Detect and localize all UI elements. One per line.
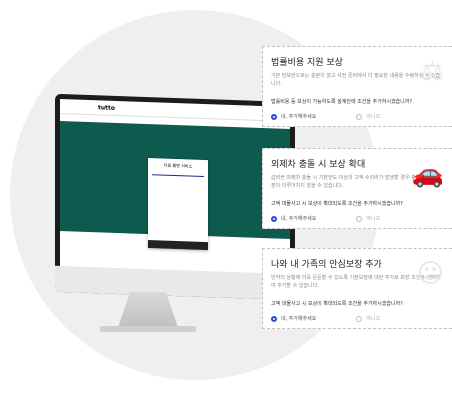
option-yes-label: 네, 추가해주세요 xyxy=(281,316,317,322)
card-question: 고액 대물사고 시 보상이 확대되도록 조건을 추가하시겠습니까? xyxy=(271,201,403,207)
option-no[interactable]: 아니오 xyxy=(356,215,380,222)
card-options: 네, 추가해주세요 아니오 xyxy=(271,215,444,222)
modal-slider xyxy=(152,174,204,178)
screen-nav: tutto xyxy=(60,98,290,123)
radio-no-icon[interactable] xyxy=(356,215,363,222)
card-question: 고액 대물사고 시 보상이 확대되도록 조건을 추가하시겠습니까? xyxy=(271,301,403,307)
monitor-base xyxy=(100,326,196,332)
modal-confirm-button[interactable] xyxy=(148,240,208,251)
car-icon: 🚗 xyxy=(411,159,444,189)
modal-title: 다음 플랜 서비스 xyxy=(163,162,193,169)
option-yes-label: 네, 추가해주세요 xyxy=(281,216,317,222)
option-no[interactable]: 아니오 xyxy=(356,315,380,322)
option-no[interactable]: 아니오 xyxy=(356,113,380,120)
screen-hero: 다음 플랜 서비스 xyxy=(60,120,290,251)
card-question: 법률비용 등 보상이 가능하도록 설계안에 조건을 추가하시겠습니까? xyxy=(271,99,412,105)
card-family-coverage: ☺ 나와 내 가족의 안심보장 추가 만약의 상황에 더욱 든든할 수 있도록 … xyxy=(262,248,452,329)
radio-no-icon[interactable] xyxy=(356,113,363,120)
card-options: 네, 추가해주세요 아니오 xyxy=(271,113,444,120)
radio-yes-icon[interactable] xyxy=(271,215,277,222)
radio-yes-icon[interactable] xyxy=(271,113,277,120)
screen-modal: 다음 플랜 서비스 xyxy=(148,158,208,251)
option-yes[interactable]: 네, 추가해주세요 xyxy=(271,215,316,222)
radio-no-icon[interactable] xyxy=(356,315,363,322)
card-title: 법률비용 지원 보상 xyxy=(271,58,343,68)
family-icon: ☺ xyxy=(416,259,444,289)
monitor: tutto 다음 플랜 서비스 xyxy=(55,93,295,301)
card-legal-cost: ⚖ 법률비용 지원 보상 기본 담보만으로는 충분치 않고 사전 준비에서 더 … xyxy=(262,46,452,127)
card-foreign-car: 🚗 외제차 충돌 시 보상 확대 값비싼 외제차 충돌 시 기본한도 이상의 고… xyxy=(262,148,452,229)
radio-yes-icon[interactable] xyxy=(271,315,277,322)
card-description: 기본 담보만으로는 충분치 않고 사전 준비에서 더 필요한 내용을 수령하실 … xyxy=(271,73,441,87)
option-yes-label: 네, 추가해주세요 xyxy=(281,114,317,120)
screen-logo: tutto xyxy=(98,103,115,112)
option-yes[interactable]: 네, 추가해주세요 xyxy=(271,315,316,322)
monitor-screen: tutto 다음 플랜 서비스 xyxy=(60,98,290,276)
card-options: 네, 추가해주세요 아니오 xyxy=(271,315,444,322)
option-no-label: 아니오 xyxy=(366,216,381,222)
option-yes[interactable]: 네, 추가해주세요 xyxy=(271,113,316,120)
scales-icon: ⚖ xyxy=(420,57,444,87)
option-no-label: 아니오 xyxy=(366,316,381,322)
option-no-label: 아니오 xyxy=(366,114,381,120)
